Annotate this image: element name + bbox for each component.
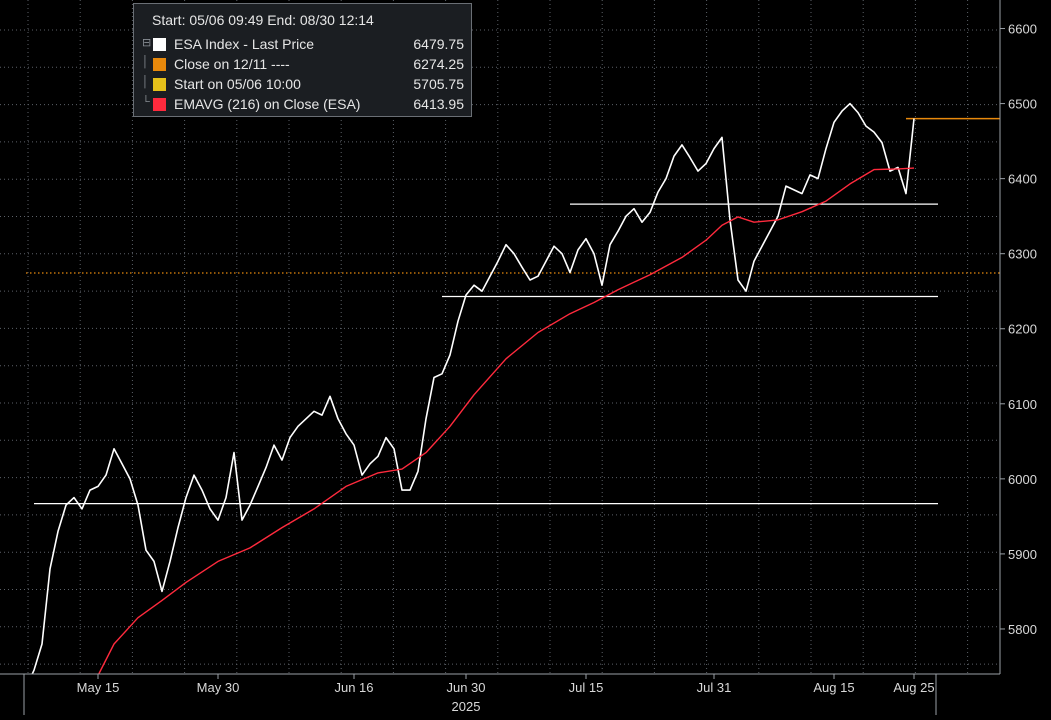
x-tick-label: Jul 31 xyxy=(697,680,732,695)
x-tick-label: May 30 xyxy=(197,680,240,695)
legend-box[interactable]: Start: 05/06 09:49 End: 08/30 12:14 ⊟ ES… xyxy=(133,3,472,117)
x-tick-label: Jul 15 xyxy=(569,680,604,695)
legend-entry-last-price[interactable]: ⊟ ESA Index - Last Price 6479.75 xyxy=(142,36,464,54)
tree-branch-icon: │ xyxy=(142,76,149,88)
tree-branch-icon: │ xyxy=(142,56,149,68)
y-tick-label: 5900 xyxy=(1008,547,1037,562)
legend-entry-start[interactable]: │ Start on 05/06 10:00 5705.75 xyxy=(142,76,464,94)
x-year-label: 2025 xyxy=(452,699,481,714)
y-tick-label: 6000 xyxy=(1008,472,1037,487)
y-tick-label: 6500 xyxy=(1008,97,1037,112)
legend-header: Start: 05/06 09:49 End: 08/30 12:14 xyxy=(152,12,374,28)
y-tick-label: 6400 xyxy=(1008,172,1037,187)
y-tick-label: 6100 xyxy=(1008,397,1037,412)
legend-value: 6274.25 xyxy=(413,56,464,72)
legend-swatch-last-price xyxy=(153,38,166,51)
legend-label: ESA Index - Last Price xyxy=(174,36,315,52)
legend-entry-emavg[interactable]: └ EMAVG (216) on Close (ESA) 6413.95 xyxy=(142,96,464,114)
tree-branch-end-icon: └ xyxy=(142,96,150,108)
x-tick-label: Jun 30 xyxy=(446,680,485,695)
legend-label: EMAVG (216) on Close (ESA) xyxy=(174,96,361,112)
x-tick-label: May 15 xyxy=(77,680,120,695)
legend-label: Start on 05/06 10:00 xyxy=(174,76,301,92)
y-tick-label: 5800 xyxy=(1008,622,1037,637)
legend-swatch-close xyxy=(153,58,166,71)
x-tick-label: Aug 15 xyxy=(813,680,854,695)
legend-swatch-emavg xyxy=(153,98,166,111)
tree-expand-icon[interactable]: ⊟ xyxy=(142,36,152,49)
legend-label: Close on 12/11 ---- xyxy=(174,56,290,72)
legend-value: 6413.95 xyxy=(413,96,464,112)
legend-value: 5705.75 xyxy=(413,76,464,92)
y-tick-label: 6600 xyxy=(1008,22,1037,37)
x-tick-label: Aug 25 xyxy=(893,680,934,695)
y-tick-label: 6300 xyxy=(1008,247,1037,262)
legend-swatch-start xyxy=(153,78,166,91)
legend-value: 6479.75 xyxy=(413,36,464,52)
legend-entry-close[interactable]: │ Close on 12/11 ---- 6274.25 xyxy=(142,56,464,74)
x-tick-label: Jun 16 xyxy=(334,680,373,695)
y-tick-label: 6200 xyxy=(1008,322,1037,337)
